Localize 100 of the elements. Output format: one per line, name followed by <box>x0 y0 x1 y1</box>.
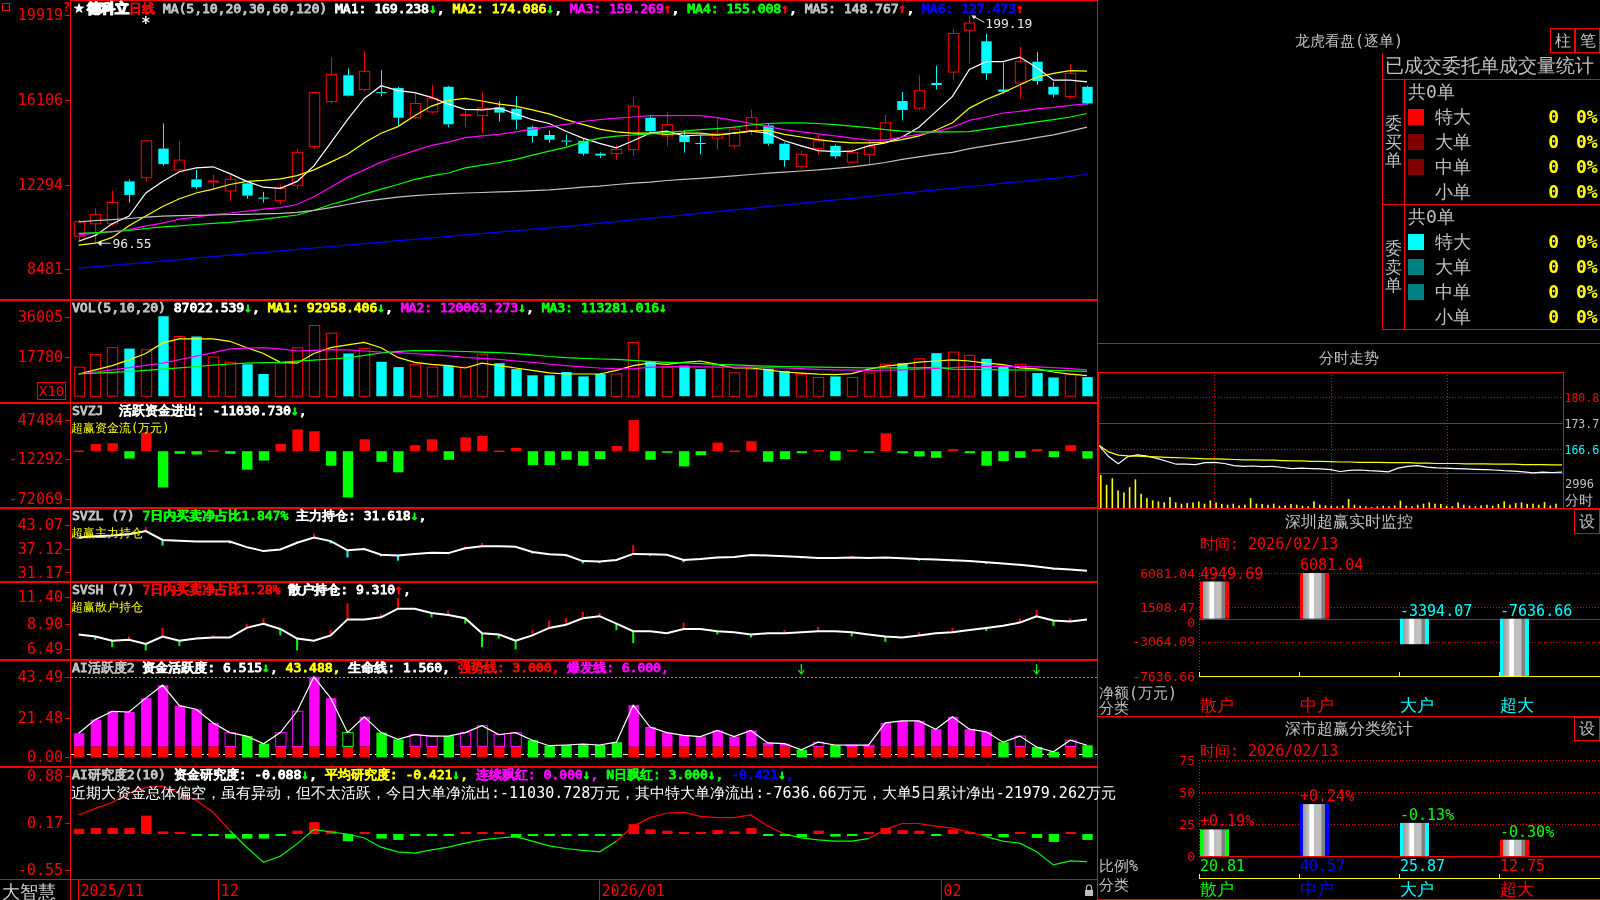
row-label: 中单 <box>1435 280 1472 303</box>
order-percent: 0% <box>1576 281 1598 302</box>
order-count: 0 <box>1547 156 1559 177</box>
chart-legend: VOL(5,10,20) 87022.539↓, MA1: 92958.406↓, MA2: 120063.273↓, MA3: 113281.016↓ <box>72 301 667 315</box>
order-count: 0 <box>1547 106 1559 127</box>
unit-label: X10 <box>37 382 67 400</box>
row-label: 小单 <box>1435 180 1472 203</box>
panel-title: 深市超赢分类统计 <box>1285 718 1413 740</box>
order-percent: 0% <box>1576 106 1598 127</box>
axis-label: 12294 <box>17 175 63 194</box>
order-percent: 0% <box>1576 181 1598 202</box>
order-count: 0 <box>1547 281 1559 302</box>
axis-label: 31.17 <box>17 563 63 582</box>
axis-label: 16106 <box>17 91 63 109</box>
change-label: -0.13% <box>1400 805 1455 824</box>
axis-label: 37.12 <box>17 539 63 558</box>
chart-legend: SVZL (7) 7日内买卖净占比1.847% 主力持仓: 31.618↓, <box>72 509 427 523</box>
order-percent: 0% <box>1576 156 1598 177</box>
axis-label: -12292 <box>8 450 63 469</box>
axis-label: 0 <box>1187 615 1195 631</box>
order-percent: 0% <box>1576 306 1598 327</box>
axis-label: 36005 <box>17 307 63 326</box>
row-label: 特大 <box>1435 105 1472 128</box>
axis-label: 8.90 <box>26 614 63 633</box>
row-label: 大单 <box>1435 130 1472 153</box>
chart-legend: AI活跃度2 资金活跃度: 6.515↓, 43.488, 生命线: 1.560, 强势线: 3.000, 爆发线: 6.000, <box>72 661 669 675</box>
axis-label: 17780 <box>17 348 63 366</box>
category-label: 超大 <box>1500 879 1534 899</box>
axis-label: -3064.09 <box>1132 634 1195 650</box>
axis-label: -7636.66 <box>1132 668 1195 684</box>
date-label: 时间: 2026/02/13 <box>1200 535 1339 553</box>
category-label: 中户 <box>1300 879 1334 899</box>
order-percent: 0% <box>1576 231 1598 252</box>
row-label: 特大 <box>1435 230 1472 253</box>
axis-label: 173.7 <box>1564 416 1600 431</box>
row-label: 大单 <box>1435 255 1472 278</box>
brand-name: 大智慧 <box>2 881 56 900</box>
category-label: 散户 <box>1200 695 1234 715</box>
date-label: 时间: 2026/02/13 <box>1200 742 1339 760</box>
volume-label: 分时 <box>1565 492 1593 508</box>
category-label: 超大 <box>1500 695 1534 715</box>
axis-label: 1508.47 <box>1140 599 1195 615</box>
category-label: 中户 <box>1300 695 1334 715</box>
axis-mark: ? <box>63 1 71 14</box>
axis-label: 180.8 <box>1564 390 1600 405</box>
value-label: 20.81 <box>1200 857 1246 875</box>
axis-label: 166.6 <box>1564 442 1600 457</box>
axis-label: 75 <box>1179 752 1195 768</box>
row-label: 中单 <box>1435 155 1472 178</box>
axis-label: 11.40 <box>17 588 63 606</box>
order-count: 0 <box>1547 256 1559 277</box>
group-label: 委买单 <box>1385 113 1402 171</box>
panel-title: 深圳超赢实时监控 <box>1285 511 1413 533</box>
chart-legend: AI研究度2(10) 资金研究度: -0.088↓, 平均研究度: -0.421↓, 连续飘红: 0.000↓, N日飘红: 3.000↓, -0.421↓, <box>72 768 794 782</box>
row-label: 小单 <box>1435 305 1472 328</box>
order-count: 0 <box>1547 231 1559 252</box>
change-label: -0.30% <box>1500 822 1555 841</box>
axis-label: 6081.04 <box>1140 565 1195 581</box>
value-label: 25.87 <box>1400 857 1446 875</box>
value-label: -3394.07 <box>1400 601 1473 620</box>
category-label: 大户 <box>1400 879 1434 899</box>
chart-caption: 超赢散户持仓 <box>71 600 143 614</box>
axis-label: 0.00 <box>26 748 63 767</box>
category-label: 大户 <box>1400 695 1434 715</box>
date-label: 2026/01 <box>601 882 665 900</box>
order-total: 共0单 <box>1407 80 1456 104</box>
order-count: 0 <box>1547 181 1559 202</box>
price-annotation: 199.19 <box>985 16 1033 32</box>
date-label: 02 <box>943 882 962 900</box>
value-label: 40.57 <box>1300 857 1346 875</box>
change-label: +0.24% <box>1300 787 1355 806</box>
category-label: 散户 <box>1200 879 1234 899</box>
table-title: 已成交委托单成交量统计 <box>1385 55 1594 76</box>
panel-title: 龙虎看盘(逐单) <box>1294 31 1404 50</box>
axis-label: 6.49 <box>26 640 63 659</box>
axis-label: 47484 <box>17 410 63 429</box>
order-count: 0 <box>1547 306 1559 327</box>
order-percent: 0% <box>1576 256 1598 277</box>
axis-label: 25 <box>1179 816 1195 832</box>
axis-label: -0.55 <box>17 861 63 880</box>
axis-label: 43.49 <box>17 667 63 686</box>
chart-legend: 德科立日线 MA(5,10,20,30,60,120) MA1: 169.238↓, MA2: 174.086↓, MA3: 159.269↑, MA4: 155.008↑, MA5: 148.767↑, MA6: 127.473↑ <box>87 1 1024 16</box>
value-label: 12.75 <box>1500 857 1546 875</box>
axis-label: 50 <box>1179 784 1195 800</box>
axis-label: 0 <box>1187 848 1195 864</box>
order-count: 0 <box>1547 131 1559 152</box>
order-total: 共0单 <box>1407 205 1456 229</box>
axis-label: 21.48 <box>17 708 63 727</box>
value-label: -7636.66 <box>1500 601 1573 620</box>
axis-label: 0.17 <box>26 813 63 832</box>
change-label: +0.19% <box>1200 812 1255 831</box>
chart-legend: SVSH (7) 7日内买卖净占比1.28% 散户持仓: 9.310↑, <box>72 583 411 597</box>
chart-caption: 超赢资金流(万元) <box>71 421 170 435</box>
axis-label: 8481 <box>26 260 63 279</box>
value-label: 6081.04 <box>1300 556 1364 574</box>
axis-label: 43.07 <box>17 515 63 534</box>
axis-title: 比例% <box>1099 857 1139 875</box>
axis-label: -72069 <box>8 489 63 508</box>
panel-title: 分时走势 <box>1319 349 1379 367</box>
axis-label: 0.88 <box>26 767 63 786</box>
